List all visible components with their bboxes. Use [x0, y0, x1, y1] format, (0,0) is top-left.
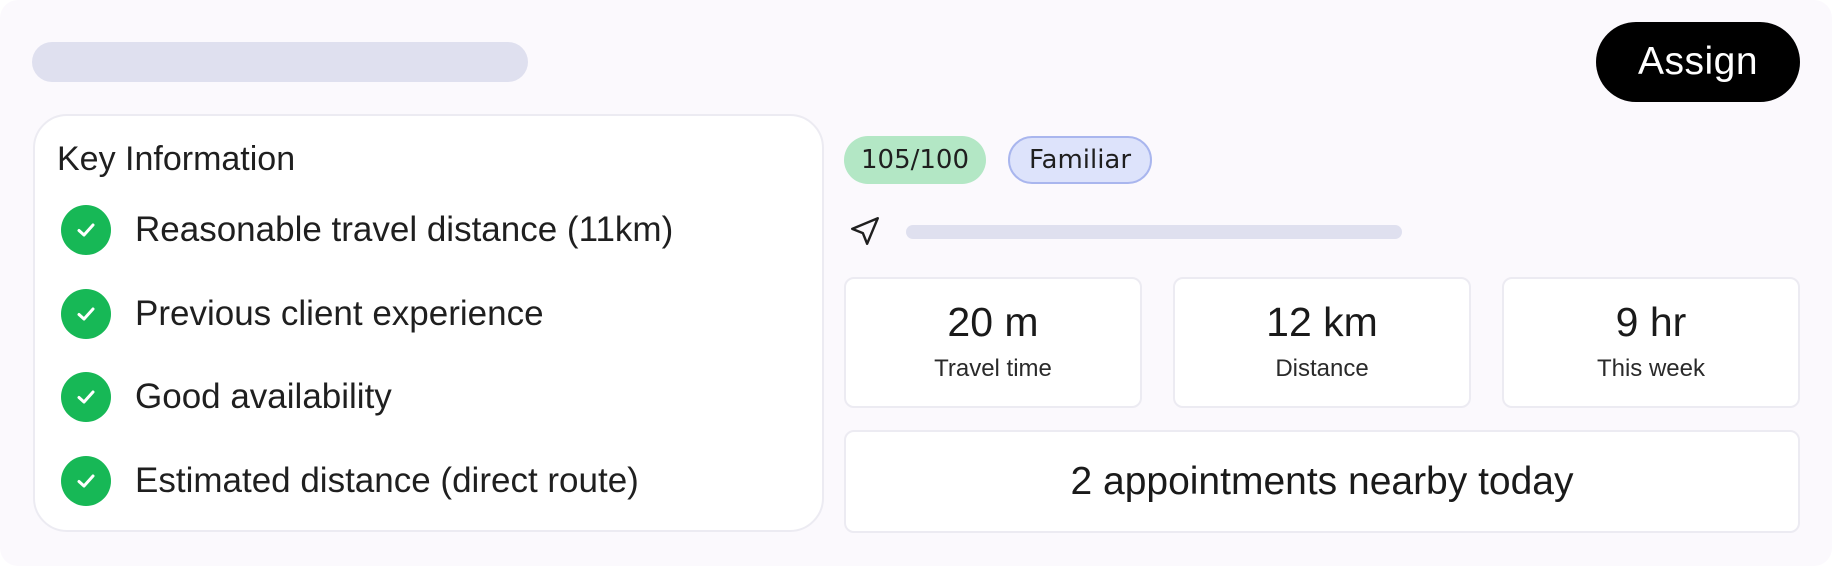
- address-placeholder-skeleton: [906, 225, 1402, 239]
- stat-value: 9 hr: [1615, 299, 1687, 345]
- stat-travel-time: 20 m Travel time: [844, 277, 1142, 408]
- reason-text: Previous client experience: [135, 294, 544, 333]
- stat-label: Travel time: [934, 355, 1052, 382]
- stat-value: 20 m: [947, 299, 1039, 345]
- reason-list: Reasonable travel distance (11km) Previo…: [35, 116, 822, 530]
- reason-item: Previous client experience: [61, 288, 544, 340]
- reason-text: Reasonable travel distance (11km): [135, 210, 674, 249]
- name-placeholder-skeleton: [32, 42, 528, 82]
- stat-value: 12 km: [1266, 299, 1378, 345]
- navigation-arrow-icon: [848, 214, 882, 248]
- reason-item: Estimated distance (direct route): [61, 455, 639, 507]
- assign-button[interactable]: Assign: [1596, 22, 1800, 102]
- stat-label: Distance: [1275, 355, 1369, 382]
- caregiver-match-card: Assign Key Information Reasonable travel…: [0, 0, 1832, 566]
- reason-item: Reasonable travel distance (11km): [61, 204, 673, 256]
- stat-distance: 12 km Distance: [1173, 277, 1471, 408]
- key-information-panel: Key Information Reasonable travel distan…: [33, 114, 824, 532]
- stat-label: This week: [1596, 355, 1706, 382]
- reason-text: Estimated distance (direct route): [135, 461, 639, 500]
- nearby-appointments-banner: 2 appointments nearby today: [844, 430, 1800, 533]
- match-score-badge: 105/100: [844, 136, 986, 184]
- familiar-badge: Familiar: [1008, 136, 1152, 184]
- reason-text: Good availability: [135, 377, 392, 416]
- check-circle-icon: [61, 372, 111, 422]
- check-circle-icon: [61, 289, 111, 339]
- stat-this-week: 9 hr This week: [1502, 277, 1800, 408]
- check-circle-icon: [61, 456, 111, 506]
- reason-item: Good availability: [61, 371, 392, 423]
- check-circle-icon: [61, 205, 111, 255]
